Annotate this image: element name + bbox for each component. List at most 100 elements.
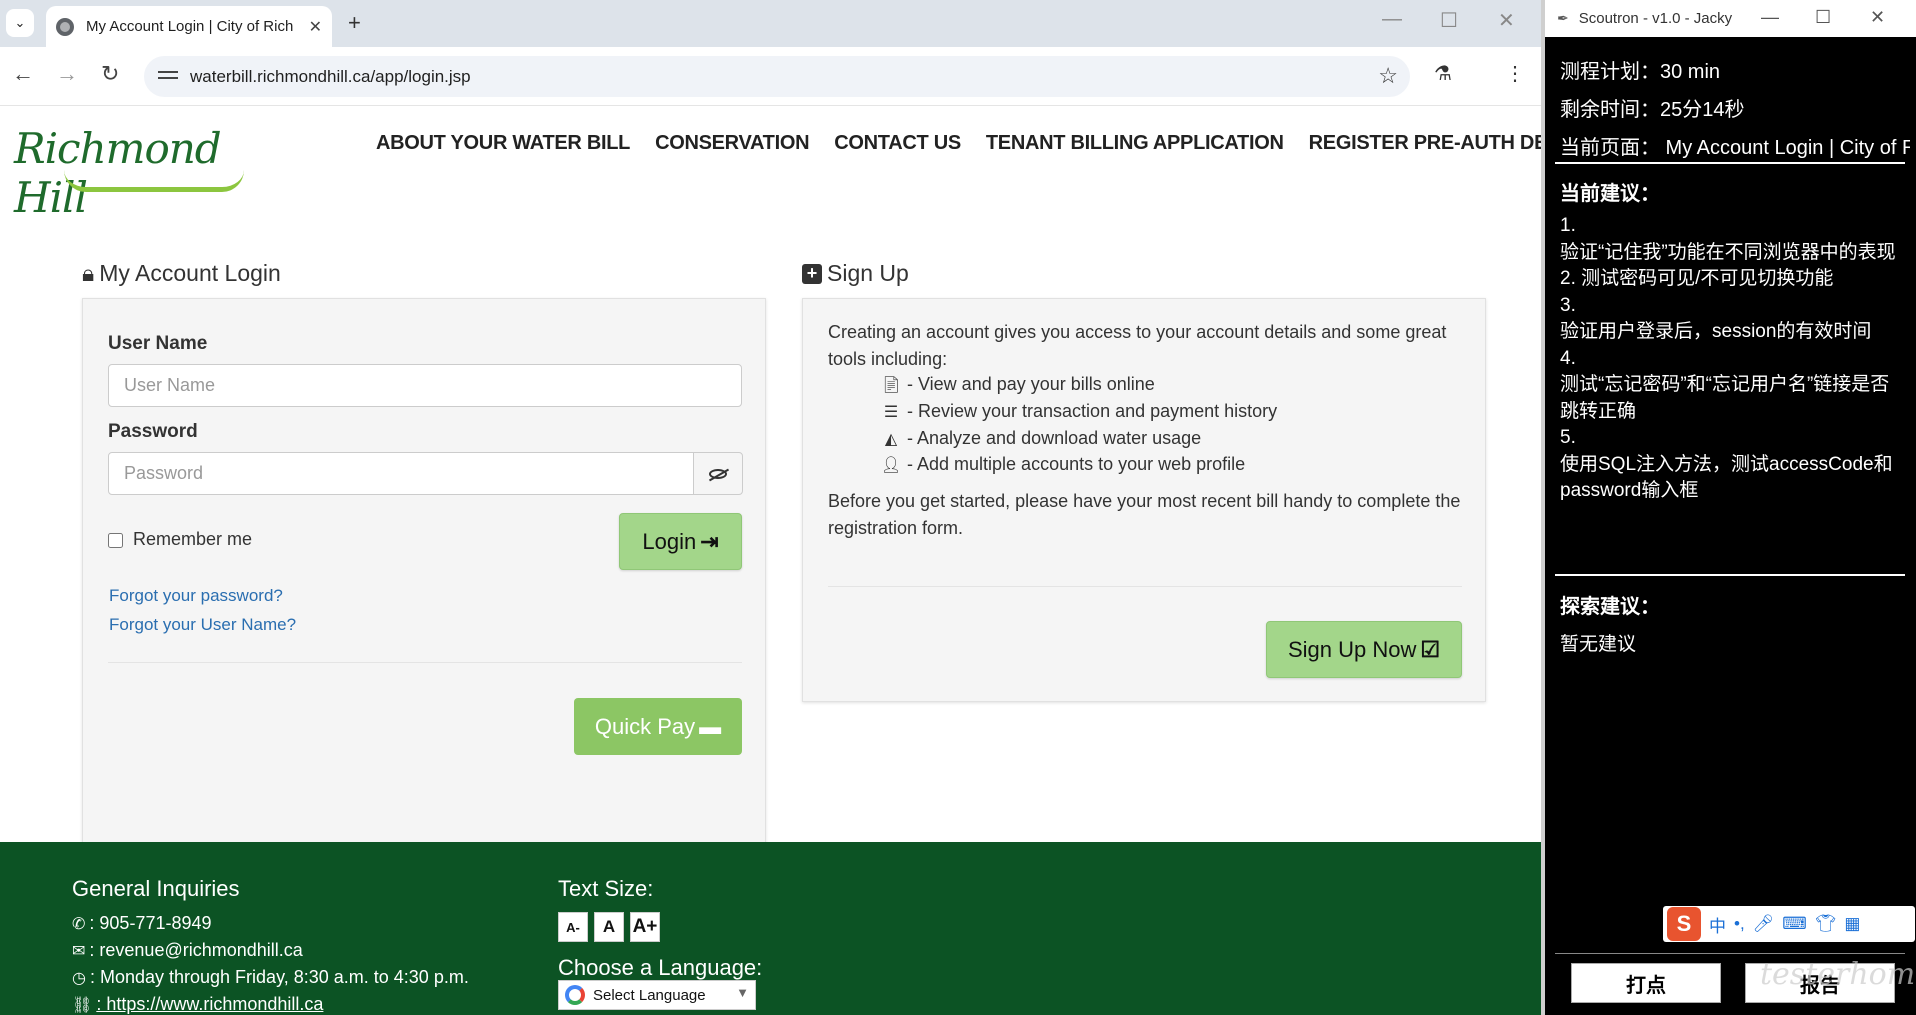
language-select-value: Select Language	[593, 986, 706, 1004]
feature-item: 👤︎ - Add multiple accounts to your web pr…	[881, 454, 1245, 475]
suggestion-line: 测试“忘记密码”和“忘记用户名”链接是否跳转正确	[1560, 374, 1890, 422]
nav-about-water-bill[interactable]: ABOUT YOUR WATER BILL	[376, 132, 630, 155]
reload-icon[interactable]: ↻	[101, 61, 119, 87]
phone-icon: ✆	[72, 915, 86, 933]
skin-icon: 👕︎	[1814, 914, 1837, 933]
website-link[interactable]: : https://www.richmondhill.ca	[96, 994, 323, 1015]
site-footer: General Inquiries ✆: 905-771-8949 ✉: rev…	[0, 842, 1541, 1015]
feature-text: - Add multiple accounts to your web prof…	[907, 454, 1246, 474]
hours-text: : Monday through Friday, 8:30 a.m. to 4:…	[89, 967, 469, 987]
nav-contact-us[interactable]: CONTACT US	[834, 132, 961, 155]
explore-text: 暂无建议	[1560, 634, 1637, 655]
nav-tenant-billing[interactable]: TENANT BILLING APPLICATION	[986, 132, 1284, 155]
email-text[interactable]: : revenue@richmondhill.ca	[89, 940, 302, 961]
area-chart-icon: ◭	[884, 430, 898, 448]
footer-phone: ✆: 905-771-8949	[72, 913, 212, 934]
feature-text: - View and pay your bills online	[907, 374, 1155, 394]
main-nav: ABOUT YOUR WATER BILL CONSERVATION CONTA…	[376, 132, 1541, 155]
credit-card-icon: ▬	[699, 713, 722, 739]
url-text: waterbill.richmondhill.ca/app/login.jsp	[190, 66, 471, 86]
suggestion-line: 4.	[1560, 347, 1576, 369]
browser-tab[interactable]: My Account Login | City of Rich ✕	[46, 6, 332, 47]
feature-text: - Review your transaction and payment hi…	[907, 401, 1278, 421]
ime-mode: 中	[1709, 916, 1726, 936]
minimize-icon[interactable]: —	[1382, 8, 1402, 31]
feather-icon: ✒	[1557, 10, 1569, 26]
login-button-label: Login	[642, 528, 697, 554]
feature-text: - Analyze and download water usage	[907, 428, 1202, 448]
user-icon: 👤︎	[881, 456, 902, 474]
ime-toolbar[interactable]: S 中 •, 🎤︎ ⌨ 👕︎ ▦	[1663, 906, 1915, 942]
suggestion-line: 1.	[1560, 215, 1576, 236]
more-menu-icon[interactable]: ⋮	[1505, 61, 1525, 86]
quick-pay-button[interactable]: Quick Pay ▬	[574, 698, 742, 755]
current-suggestions-heading: 当前建议：	[1560, 183, 1660, 205]
login-divider	[108, 662, 742, 663]
close-icon[interactable]: ✕	[1870, 7, 1885, 28]
signup-intro: Creating an account gives you access to …	[828, 322, 1447, 369]
apps-grid-icon: ▦	[1844, 914, 1861, 933]
language-select[interactable]: Select Language ▼	[558, 980, 756, 1010]
forgot-password-link[interactable]: Forgot your password?	[109, 586, 283, 606]
richmond-hill-logo[interactable]: Richmond Hill	[14, 124, 246, 222]
labs-flask-icon[interactable]: ⚗	[1434, 61, 1452, 86]
pdf-icon: 📄︎	[881, 376, 902, 394]
tab-search-button[interactable]: ⌄	[6, 9, 34, 37]
browser-toolbar: ← → ↻ waterbill.richmondhill.ca/app/logi…	[0, 47, 1541, 106]
close-tab-icon[interactable]: ✕	[309, 17, 322, 37]
text-size-normal-button[interactable]: A	[594, 912, 624, 942]
maximize-icon[interactable]: ☐	[1815, 7, 1831, 28]
remaining-time-text: 剩余时间：25分14秒	[1560, 99, 1745, 121]
list-icon: ☰	[883, 403, 899, 421]
dropdown-caret-icon: ▼	[736, 985, 749, 1000]
footer-hours: ◷: Monday through Friday, 8:30 a.m. to 4…	[72, 967, 469, 988]
text-size-increase-button[interactable]: A+	[630, 912, 660, 942]
globe-icon	[56, 17, 74, 36]
sign-up-now-button[interactable]: Sign Up Now ☑	[1266, 621, 1462, 678]
signup-divider	[828, 586, 1462, 587]
check-square-icon: ☑	[1420, 636, 1441, 662]
text-size-heading: Text Size:	[558, 876, 654, 901]
nav-conservation[interactable]: CONSERVATION	[655, 132, 810, 155]
back-icon[interactable]: ←	[12, 61, 34, 87]
watermark: testerhome.com	[1760, 957, 1916, 992]
scoutron-titlebar: ✒ Scoutron - v1.0 - Jacky — ☐ ✕	[1545, 0, 1916, 37]
signup-panel: Creating an account gives you access to …	[802, 298, 1486, 702]
username-input[interactable]	[108, 364, 742, 407]
microphone-icon: 🎤︎	[1752, 914, 1775, 933]
site-info-icon[interactable]	[158, 67, 178, 85]
maximize-icon[interactable]: ☐	[1440, 8, 1458, 33]
feature-item: 📄︎ - View and pay your bills online	[881, 374, 1155, 395]
password-input[interactable]	[108, 452, 694, 495]
explore-heading: 探索建议：	[1560, 596, 1660, 618]
password-label: Password	[108, 421, 198, 442]
lock-icon: 🔒︎	[82, 260, 95, 286]
eye-slash-icon	[709, 468, 727, 479]
signup-outro: Before you get started, please have your…	[828, 491, 1461, 538]
minimize-icon[interactable]: —	[1761, 7, 1779, 28]
suggestion-line: 2. 测试密码可见/不可见切换功能	[1560, 268, 1834, 289]
login-heading: 🔒︎ My Account Login	[82, 260, 281, 287]
rule	[1555, 953, 1905, 954]
close-window-icon[interactable]: ✕	[1498, 8, 1515, 33]
clock-icon: ◷	[72, 969, 86, 987]
forward-icon[interactable]: →	[56, 61, 78, 87]
general-inquiries-heading: General Inquiries	[72, 876, 240, 901]
password-visibility-toggle[interactable]	[693, 452, 743, 495]
sign-in-icon: ⇥	[700, 528, 719, 554]
web-page: Richmond Hill ABOUT YOUR WATER BILL CONS…	[0, 106, 1541, 1015]
feature-item: ☰ - Review your transaction and payment h…	[881, 401, 1277, 422]
forgot-username-link[interactable]: Forgot your User Name?	[109, 615, 296, 635]
login-heading-text: My Account Login	[99, 260, 281, 286]
logo-swoosh	[64, 170, 244, 192]
choose-language-heading: Choose a Language:	[558, 955, 763, 980]
mark-point-button[interactable]: 打点	[1571, 963, 1721, 1003]
phone-text: : 905-771-8949	[89, 913, 212, 933]
address-bar[interactable]: waterbill.richmondhill.ca/app/login.jsp …	[144, 56, 1410, 97]
bookmark-star-icon[interactable]: ☆	[1378, 63, 1398, 89]
text-size-decrease-button[interactable]: A-	[558, 912, 588, 942]
remember-me-checkbox[interactable]	[108, 533, 123, 548]
nav-register-pad[interactable]: REGISTER PRE-AUTH DEBIT	[1309, 132, 1541, 155]
new-tab-icon[interactable]: +	[348, 10, 361, 36]
login-button[interactable]: Login ⇥	[619, 513, 742, 570]
